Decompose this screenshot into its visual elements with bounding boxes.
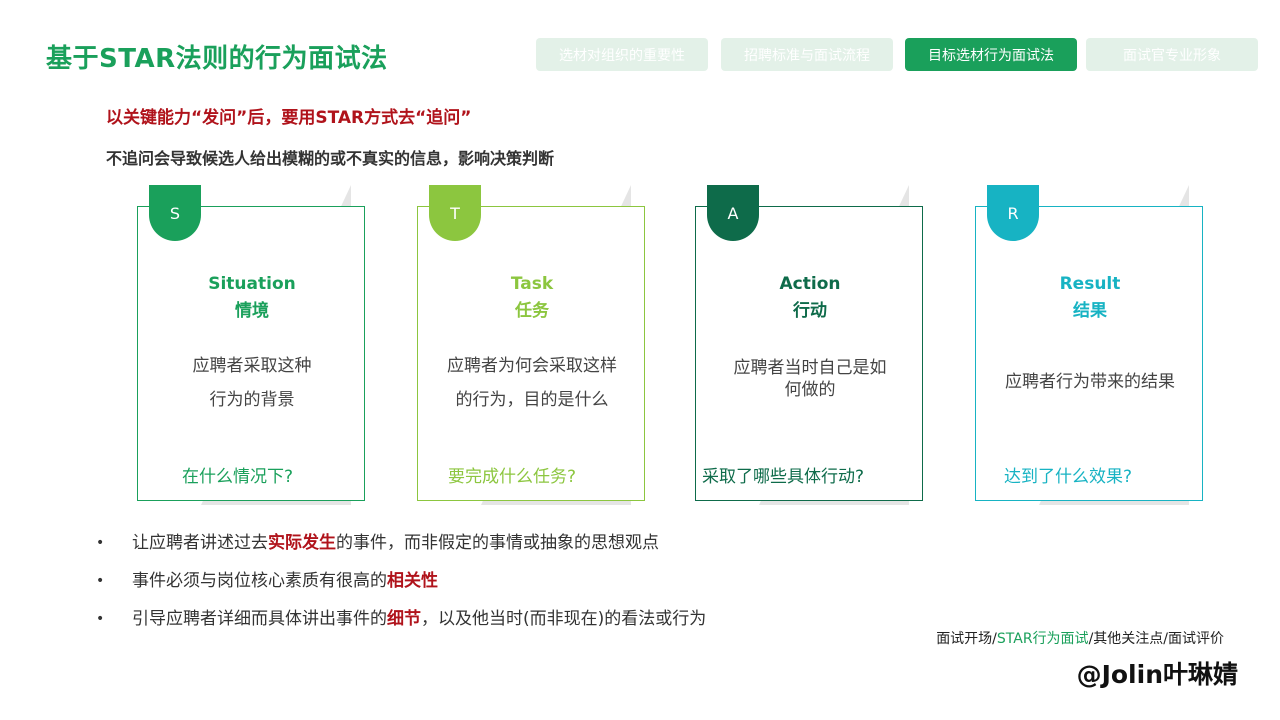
tab-professional-image[interactable]: 面试官专业形象 (1086, 38, 1258, 71)
breadcrumb-current: STAR行为面试 (996, 631, 1089, 647)
card-desc-line1: 应聘者为何会采取这样 (447, 356, 617, 376)
card-desc-line1: 应聘者行为带来的结果 (1005, 372, 1175, 392)
tab-importance[interactable]: 选材对组织的重要性 (536, 38, 708, 71)
card-title-en: Situation (208, 274, 296, 294)
subtitle-primary: 以关键能力“发问”后，要用STAR方式去“追问” (106, 108, 472, 128)
bullet-icon: • (96, 535, 105, 551)
card-letter-badge: A (707, 185, 759, 241)
bullet-icon: • (96, 611, 105, 627)
highlight-text: 相关性 (387, 571, 438, 591)
card-title-en: Result (1059, 274, 1121, 294)
card-body: Task 任务 应聘者为何会采取这样 的行为，目的是什么 要完成什么任务? (417, 206, 645, 501)
list-item: • 引导应聘者详细而具体讲出事件的细节，以及他当时(而非现在)的看法或行为 (96, 606, 706, 644)
section-breadcrumb: 面试开场/STAR行为面试/其他关注点/面试评价 (936, 628, 1224, 648)
page-title: 基于STAR法则的行为面试法 (46, 44, 388, 74)
author-watermark: @Jolin叶琳婧 (1076, 660, 1238, 689)
list-item: • 事件必须与岗位核心素质有很高的相关性 (96, 568, 706, 606)
card-desc-line1: 应聘者采取这种 (192, 356, 312, 376)
card-title-cn: 结果 (1073, 301, 1107, 321)
highlight-text: 实际发生 (268, 533, 336, 553)
card-question: 采取了哪些具体行动? (702, 467, 865, 487)
highlight-text: 细节 (387, 609, 421, 629)
card-title-cn: 行动 (793, 301, 827, 321)
card-question: 达到了什么效果? (1004, 467, 1133, 487)
card-question: 在什么情况下? (182, 467, 294, 487)
list-item: • 让应聘者讲述过去实际发生的事件，而非假定的事情或抽象的思想观点 (96, 530, 706, 568)
subtitle-secondary: 不追问会导致候选人给出模糊的或不真实的信息，影响决策判断 (106, 149, 555, 168)
card-letter-badge: R (987, 185, 1039, 241)
breadcrumb-part: /其他关注点/面试评价 (1088, 631, 1224, 647)
card-situation: Situation 情境 应聘者采取这种 行为的背景 在什么情况下? S (137, 185, 377, 505)
card-body: Action 行动 应聘者当时自己是如 何做的 采取了哪些具体行动? (695, 206, 923, 501)
card-task: Task 任务 应聘者为何会采取这样 的行为，目的是什么 要完成什么任务? T (417, 185, 657, 505)
card-title-cn: 情境 (235, 301, 269, 321)
card-title-cn: 任务 (515, 301, 549, 321)
tab-standards[interactable]: 招聘标准与面试流程 (721, 38, 893, 71)
bullet-icon: • (96, 573, 105, 589)
card-body: Situation 情境 应聘者采取这种 行为的背景 在什么情况下? (137, 206, 365, 501)
card-desc-line2: 何做的 (784, 380, 836, 400)
card-title-en: Task (510, 274, 554, 294)
card-desc-line1: 应聘者当时自己是如 (733, 358, 887, 378)
tab-behavioral-interview[interactable]: 目标选材行为面试法 (905, 38, 1077, 71)
card-body: Result 结果 应聘者行为带来的结果 达到了什么效果? (975, 206, 1203, 501)
card-result: Result 结果 应聘者行为带来的结果 达到了什么效果? R (975, 185, 1215, 505)
card-title-en: Action (779, 274, 841, 294)
key-points-list: • 让应聘者讲述过去实际发生的事件，而非假定的事情或抽象的思想观点 • 事件必须… (96, 530, 706, 644)
card-desc-line2: 的行为，目的是什么 (455, 390, 609, 410)
breadcrumb-part: 面试开场/ (936, 631, 997, 647)
card-letter-badge: S (149, 185, 201, 241)
card-question: 要完成什么任务? (448, 467, 577, 487)
card-action: Action 行动 应聘者当时自己是如 何做的 采取了哪些具体行动? A (695, 185, 935, 505)
card-desc-line2: 行为的背景 (209, 390, 295, 410)
card-letter-badge: T (429, 185, 481, 241)
